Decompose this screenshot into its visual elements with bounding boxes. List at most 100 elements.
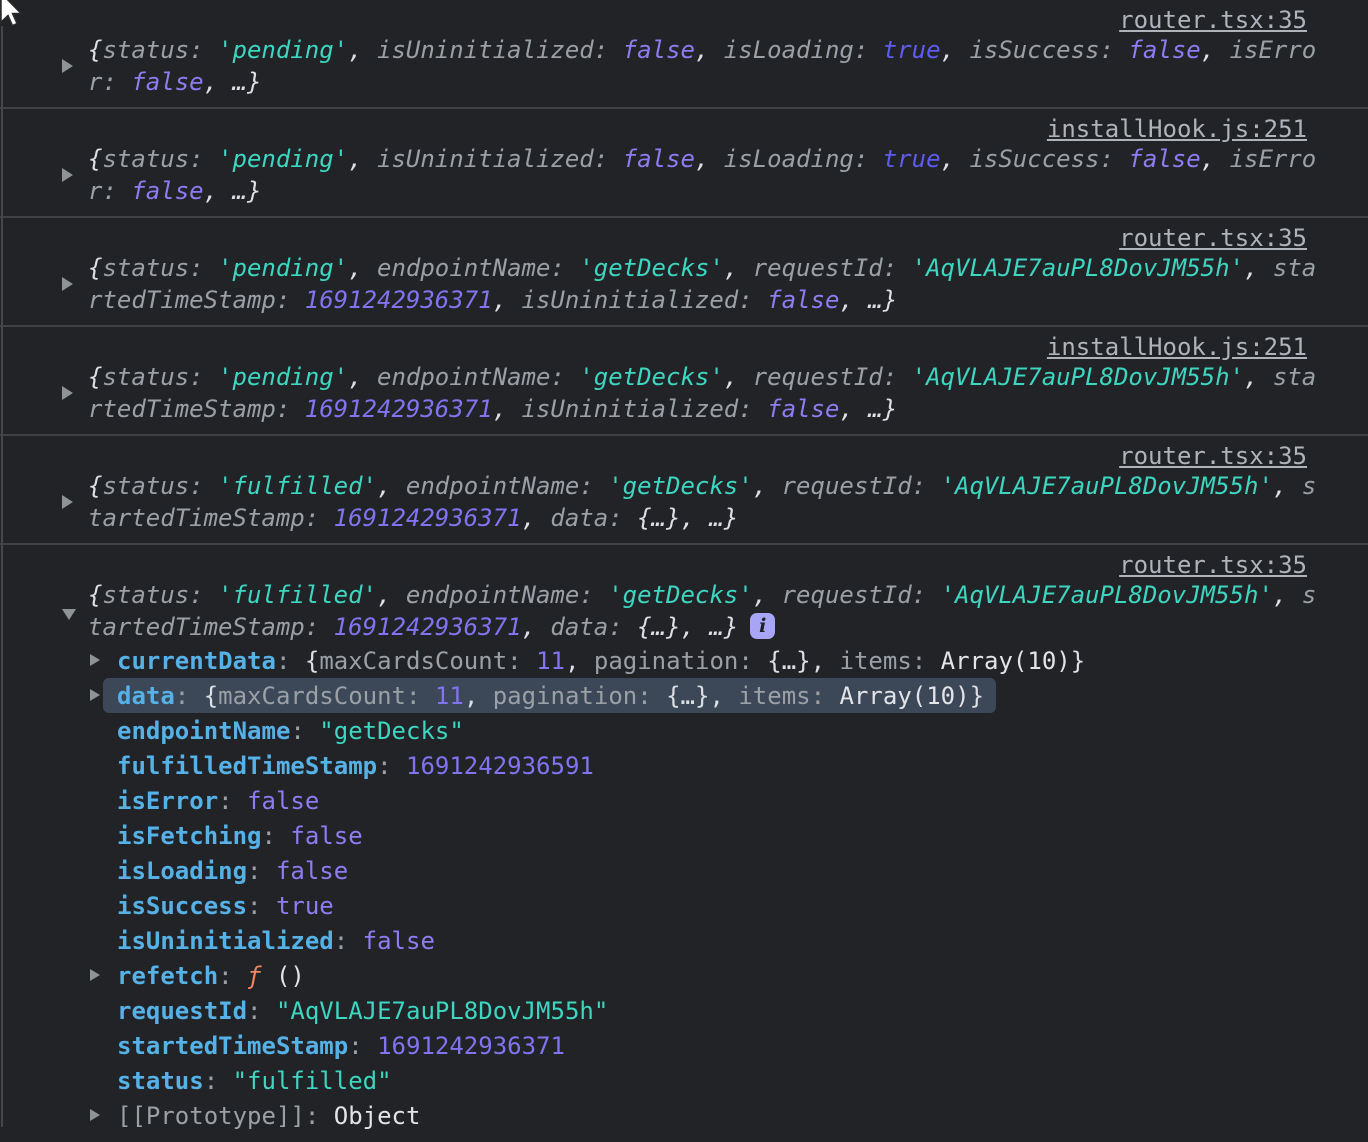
- number-value: 1691242936371: [334, 613, 522, 641]
- expand-arrow-icon[interactable]: [90, 1109, 100, 1121]
- object-preview[interactable]: {status: 'pending', isUninitialized: fal…: [0, 143, 1368, 207]
- punctuation: }: [970, 682, 984, 710]
- string-value: 'pending': [218, 36, 348, 64]
- source-link[interactable]: router.tsx:35: [1119, 224, 1307, 252]
- punctuation: ,: [1201, 36, 1230, 64]
- entry-header: installHook.js:251: [0, 333, 1368, 361]
- string-value: "fulfilled": [233, 1067, 392, 1095]
- object-preview[interactable]: {status: 'pending', endpointName: 'getDe…: [0, 361, 1368, 425]
- property-row-isuninitialized[interactable]: isUninitialized: false: [89, 923, 1368, 958]
- property-key: isSuccess:: [969, 36, 1128, 64]
- property-key: isLoading:: [724, 145, 883, 173]
- punctuation: ,: [348, 363, 377, 391]
- boolean-value: true: [883, 36, 941, 64]
- colon: :: [348, 1032, 377, 1060]
- property-name: refetch: [117, 962, 218, 990]
- source-link[interactable]: router.tsx:35: [1119, 6, 1307, 34]
- number-value: 11: [435, 682, 464, 710]
- object-preview[interactable]: {status: 'pending', endpointName: 'getDe…: [0, 252, 1368, 316]
- property-key: pagination:: [493, 682, 666, 710]
- source-link[interactable]: router.tsx:35: [1119, 551, 1307, 579]
- property-key: r:: [88, 177, 131, 205]
- colon: :: [290, 717, 319, 745]
- string-value: 'getDecks': [579, 363, 724, 391]
- object-preview[interactable]: {status: 'fulfilled', endpointName: 'get…: [0, 470, 1368, 534]
- punctuation: {…}, …}: [637, 504, 738, 532]
- boolean-value: false: [276, 857, 348, 885]
- entry-header: router.tsx:35: [0, 224, 1368, 252]
- property-key: requestId:: [753, 363, 912, 391]
- property-key: maxCardsCount:: [218, 682, 435, 710]
- property-key: data:: [550, 504, 637, 532]
- arrow-slot: [89, 888, 117, 923]
- object-preview[interactable]: {status: 'pending', isUninitialized: fal…: [0, 34, 1368, 98]
- punctuation: ,: [753, 472, 782, 500]
- mouse-cursor-icon: [0, 0, 25, 31]
- punctuation: ,: [348, 145, 377, 173]
- source-link[interactable]: installHook.js:251: [1047, 115, 1307, 143]
- property-name: [[Prototype]]: [117, 1102, 305, 1130]
- property-key: endpointName:: [377, 363, 579, 391]
- punctuation: {: [305, 647, 319, 675]
- property-row-currentdata[interactable]: currentData: {maxCardsCount: 11, paginat…: [89, 643, 1368, 678]
- property-key: status:: [102, 145, 218, 173]
- property-row-requestid[interactable]: requestId: "AqVLAJE7auPL8DovJM55h": [89, 993, 1368, 1028]
- string-value: 'AqVLAJE7auPL8DovJM55h': [941, 581, 1273, 609]
- property-name: isError: [117, 787, 218, 815]
- property-key: status:: [102, 472, 218, 500]
- property-row-status[interactable]: status: "fulfilled": [89, 1063, 1368, 1098]
- property-row-fulfilledtimestamp[interactable]: fulfilledTimeStamp: 1691242936591: [89, 748, 1368, 783]
- number-value: 11: [536, 647, 565, 675]
- boolean-value: false: [247, 787, 319, 815]
- property-key: sta: [1273, 254, 1316, 282]
- preview-line: rtedTimeStamp: 1691242936371, isUninitia…: [88, 393, 1368, 425]
- boolean-value: false: [623, 145, 695, 173]
- expand-arrow-icon[interactable]: [90, 969, 100, 981]
- string-value: 'pending': [218, 145, 348, 173]
- property-row-isloading[interactable]: isLoading: false: [89, 853, 1368, 888]
- string-value: 'getDecks': [608, 581, 753, 609]
- property-row-issuccess[interactable]: isSuccess: true: [89, 888, 1368, 923]
- property-key: r:: [88, 68, 131, 96]
- boolean-value: false: [623, 36, 695, 64]
- string-value: 'pending': [218, 363, 348, 391]
- property-row-isfetching[interactable]: isFetching: false: [89, 818, 1368, 853]
- arrow-slot: [89, 923, 117, 958]
- boolean-value: true: [883, 145, 941, 173]
- property-name: isSuccess: [117, 892, 247, 920]
- property-key: endpointName:: [406, 581, 608, 609]
- property-row-prototype[interactable]: [[Prototype]]: Object: [89, 1098, 1368, 1133]
- source-link[interactable]: router.tsx:35: [1119, 442, 1307, 470]
- property-name: endpointName: [117, 717, 290, 745]
- property-row-refetch[interactable]: refetch: ƒ (): [89, 958, 1368, 993]
- evaluated-info-icon[interactable]: i: [750, 613, 775, 639]
- colon: :: [334, 927, 363, 955]
- property-row-data[interactable]: data: {maxCardsCount: 11, pagination: {……: [89, 678, 1368, 713]
- source-link[interactable]: installHook.js:251: [1047, 333, 1307, 361]
- property-row-iserror[interactable]: isError: false: [89, 783, 1368, 818]
- property-row-startedtimestamp[interactable]: startedTimeStamp: 1691242936371: [89, 1028, 1368, 1063]
- colon: :: [377, 752, 406, 780]
- value-text: Array(10): [941, 647, 1071, 675]
- number-value: 1691242936591: [406, 752, 594, 780]
- property-row-endpointname[interactable]: endpointName: "getDecks": [89, 713, 1368, 748]
- expand-arrow-icon[interactable]: [90, 654, 100, 666]
- colon: :: [247, 892, 276, 920]
- property-name: fulfilledTimeStamp: [117, 752, 377, 780]
- punctuation: ,: [377, 581, 406, 609]
- colon: :: [305, 1102, 334, 1130]
- punctuation: ,: [941, 36, 970, 64]
- arrow-slot: [89, 678, 117, 713]
- colon: :: [204, 1067, 233, 1095]
- boolean-value: false: [290, 822, 362, 850]
- number-value: 1691242936371: [334, 504, 522, 532]
- string-value: 'AqVLAJE7auPL8DovJM55h': [912, 254, 1244, 282]
- expand-arrow-icon[interactable]: [90, 689, 100, 701]
- property-key: s: [1302, 581, 1316, 609]
- property-key: rtedTimeStamp:: [88, 395, 305, 423]
- punctuation: }: [1071, 647, 1085, 675]
- object-properties: currentData: {maxCardsCount: 11, paginat…: [0, 643, 1368, 1133]
- property-key: requestId:: [782, 581, 941, 609]
- property-key: status:: [102, 36, 218, 64]
- object-preview[interactable]: {status: 'fulfilled', endpointName: 'get…: [0, 579, 1368, 643]
